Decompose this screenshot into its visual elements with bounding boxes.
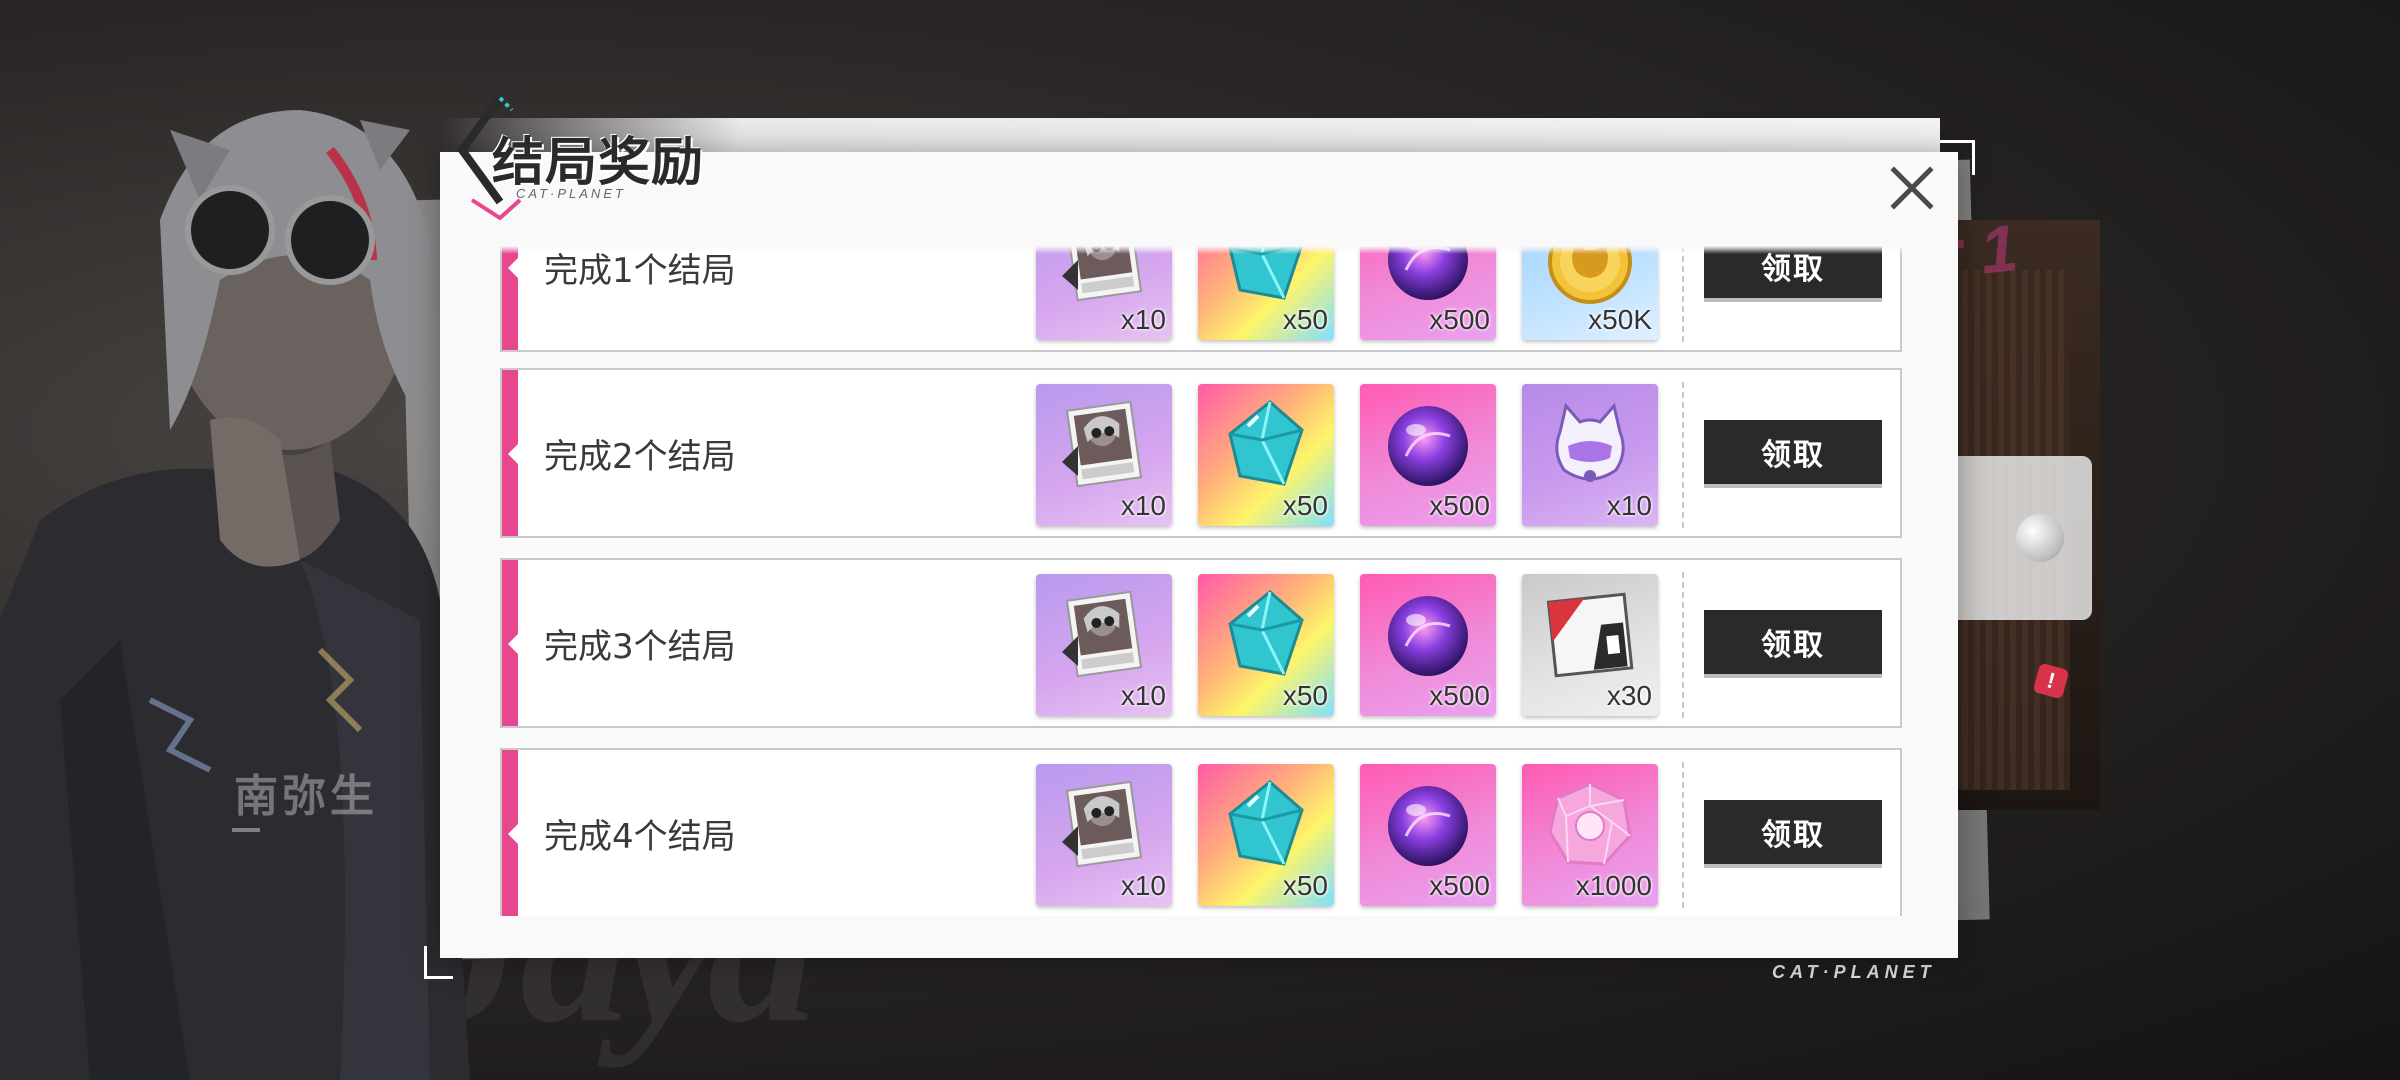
reward-item[interactable]: x50K: [1522, 246, 1658, 340]
reward-count: x50K: [1588, 304, 1652, 335]
row-label: 完成3个结局: [544, 626, 736, 667]
dialog-title-area: 结局奖励 CAT·PLANET: [450, 90, 750, 220]
reward-item[interactable]: x50: [1198, 384, 1334, 526]
reward-count: x10: [1120, 870, 1166, 901]
row-notch: [508, 444, 518, 464]
reward-item[interactable]: x10: [1522, 384, 1658, 526]
reward-items: x10 x50 x500 x30: [1036, 574, 1658, 716]
reward-item[interactable]: x500: [1360, 246, 1496, 340]
row-notch: [508, 258, 518, 278]
close-icon: [1890, 166, 1934, 210]
reward-count: x10: [1120, 490, 1166, 521]
dialog-subtitle: CAT·PLANET: [516, 186, 626, 201]
photo-card-icon: [1056, 776, 1152, 872]
photo-card-icon: [1056, 246, 1152, 306]
reward-items: x10 x50 x500 x10: [1036, 384, 1658, 526]
crystal-icon: [1218, 586, 1314, 682]
reward-count: x50: [1282, 680, 1328, 711]
character-name: 南弥生: [232, 760, 378, 832]
row-notch: [508, 634, 518, 654]
reward-item[interactable]: x500: [1360, 574, 1496, 716]
reward-count: x500: [1429, 870, 1490, 901]
reward-count: x500: [1429, 304, 1490, 335]
reward-count: x1000: [1575, 870, 1652, 901]
reward-item[interactable]: x10: [1036, 764, 1172, 906]
row-notch: [508, 824, 518, 844]
crystal-icon: [1218, 396, 1314, 492]
corner-decoration-bottom-left: [424, 946, 453, 979]
purple-orb-icon: [1380, 396, 1476, 492]
list-fade: [500, 246, 1904, 254]
reward-items: x10 x50 x500 x50K: [1036, 246, 1658, 340]
reward-row: 完成1个结局 x10 x50 x500 x50K 领取: [500, 246, 1902, 352]
row-divider: [1682, 246, 1684, 342]
cat-helmet-icon: [1542, 396, 1638, 492]
reward-row: 完成2个结局 x10 x50 x500 x10 领取: [500, 368, 1902, 538]
claim-button[interactable]: 领取: [1704, 420, 1882, 484]
corner-decoration-top-right: [1940, 140, 1975, 175]
reward-item[interactable]: x10: [1036, 246, 1172, 340]
reward-items: x10 x50 x500 x1000: [1036, 764, 1658, 906]
reward-item[interactable]: x10: [1036, 384, 1172, 526]
reward-count: x50: [1282, 870, 1328, 901]
reward-count: x10: [1120, 304, 1166, 335]
claim-button[interactable]: 领取: [1704, 610, 1882, 674]
reward-count: x10: [1120, 680, 1166, 711]
reward-item[interactable]: x500: [1360, 764, 1496, 906]
row-divider: [1682, 762, 1684, 908]
purple-orb-icon: [1380, 586, 1476, 682]
pink-gem-icon: [1542, 776, 1638, 872]
reward-count: x500: [1429, 490, 1490, 521]
reward-count: x10: [1606, 490, 1652, 521]
crystal-icon: [1218, 776, 1314, 872]
reward-item[interactable]: x10: [1036, 574, 1172, 716]
purple-orb-icon: [1380, 776, 1476, 872]
crystal-icon: [1218, 246, 1314, 306]
reward-count: x50: [1282, 490, 1328, 521]
reward-count: x30: [1606, 680, 1652, 711]
row-label: 完成1个结局: [544, 250, 736, 291]
reward-item[interactable]: x30: [1522, 574, 1658, 716]
ticket-card-icon: [1542, 586, 1638, 682]
dialog-title: 结局奖励: [492, 133, 705, 193]
reward-item[interactable]: x50: [1198, 574, 1334, 716]
row-label: 完成2个结局: [544, 436, 736, 477]
row-divider: [1682, 572, 1684, 718]
reward-count: x500: [1429, 680, 1490, 711]
reward-item[interactable]: x500: [1360, 384, 1496, 526]
close-button[interactable]: [1884, 160, 1940, 216]
reward-row: 完成4个结局 x10 x50 x500 x1000 领取: [500, 748, 1902, 916]
reward-list[interactable]: 完成1个结局 x10 x50 x500 x50K 领取 完成2个结局 x10 x…: [500, 246, 1904, 916]
claim-button[interactable]: 领取: [1704, 800, 1882, 864]
reward-item[interactable]: x50: [1198, 764, 1334, 906]
row-label: 完成4个结局: [544, 816, 736, 857]
reward-row: 完成3个结局 x10 x50 x500 x30 领取: [500, 558, 1902, 728]
side-knob: [2016, 514, 2064, 562]
photo-card-icon: [1056, 396, 1152, 492]
bottom-logo: CAT·PLANET: [1772, 962, 1936, 982]
gold-coin-icon: [1542, 246, 1638, 306]
reward-item[interactable]: x50: [1198, 246, 1334, 340]
reward-count: x50: [1282, 304, 1328, 335]
purple-orb-icon: [1380, 246, 1476, 306]
row-divider: [1682, 382, 1684, 528]
photo-card-icon: [1056, 586, 1152, 682]
reward-item[interactable]: x1000: [1522, 764, 1658, 906]
